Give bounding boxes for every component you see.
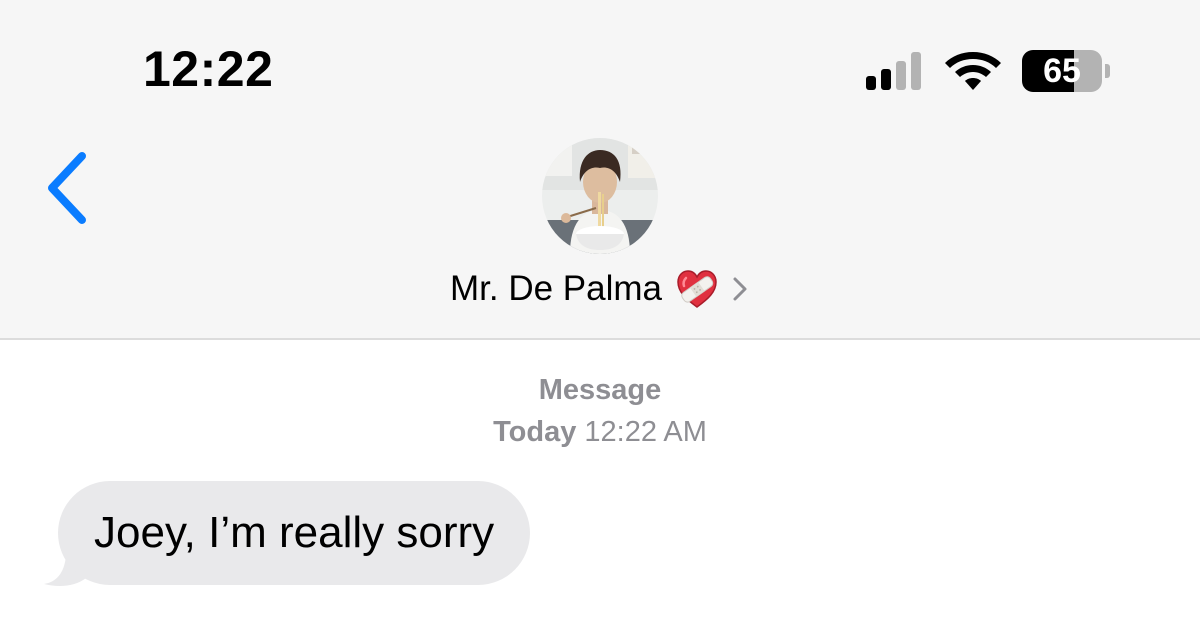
- mending-heart-icon: [677, 270, 717, 308]
- message-timestamp: Today 12:22 AM: [0, 416, 1200, 449]
- battery-level: 65: [1043, 52, 1081, 90]
- service-label: Message: [538, 374, 662, 406]
- contact-name: Mr. De Palma: [450, 269, 662, 308]
- chevron-right-icon: [733, 277, 747, 301]
- incoming-message-bubble[interactable]: Joey, I’m really sorry: [58, 481, 531, 585]
- status-bar-time: 12:22: [143, 41, 274, 97]
- cellular-signal-icon: [866, 52, 921, 90]
- wifi-icon: [945, 52, 1001, 90]
- battery-cap: [1105, 64, 1110, 78]
- chevron-left-icon: [48, 152, 86, 224]
- contact-avatar[interactable]: [542, 138, 658, 254]
- timestamp-day: Today: [493, 416, 577, 448]
- contact-name-row[interactable]: Mr. De Palma: [450, 264, 748, 314]
- navigation-header: 12:22 65 Mr. De Palma: [0, 0, 1200, 340]
- timestamp-time: 12:22 AM: [584, 416, 707, 448]
- message-text: Joey, I’m really sorry: [94, 508, 495, 557]
- back-button[interactable]: [38, 148, 98, 228]
- battery-indicator: 65: [1022, 50, 1112, 92]
